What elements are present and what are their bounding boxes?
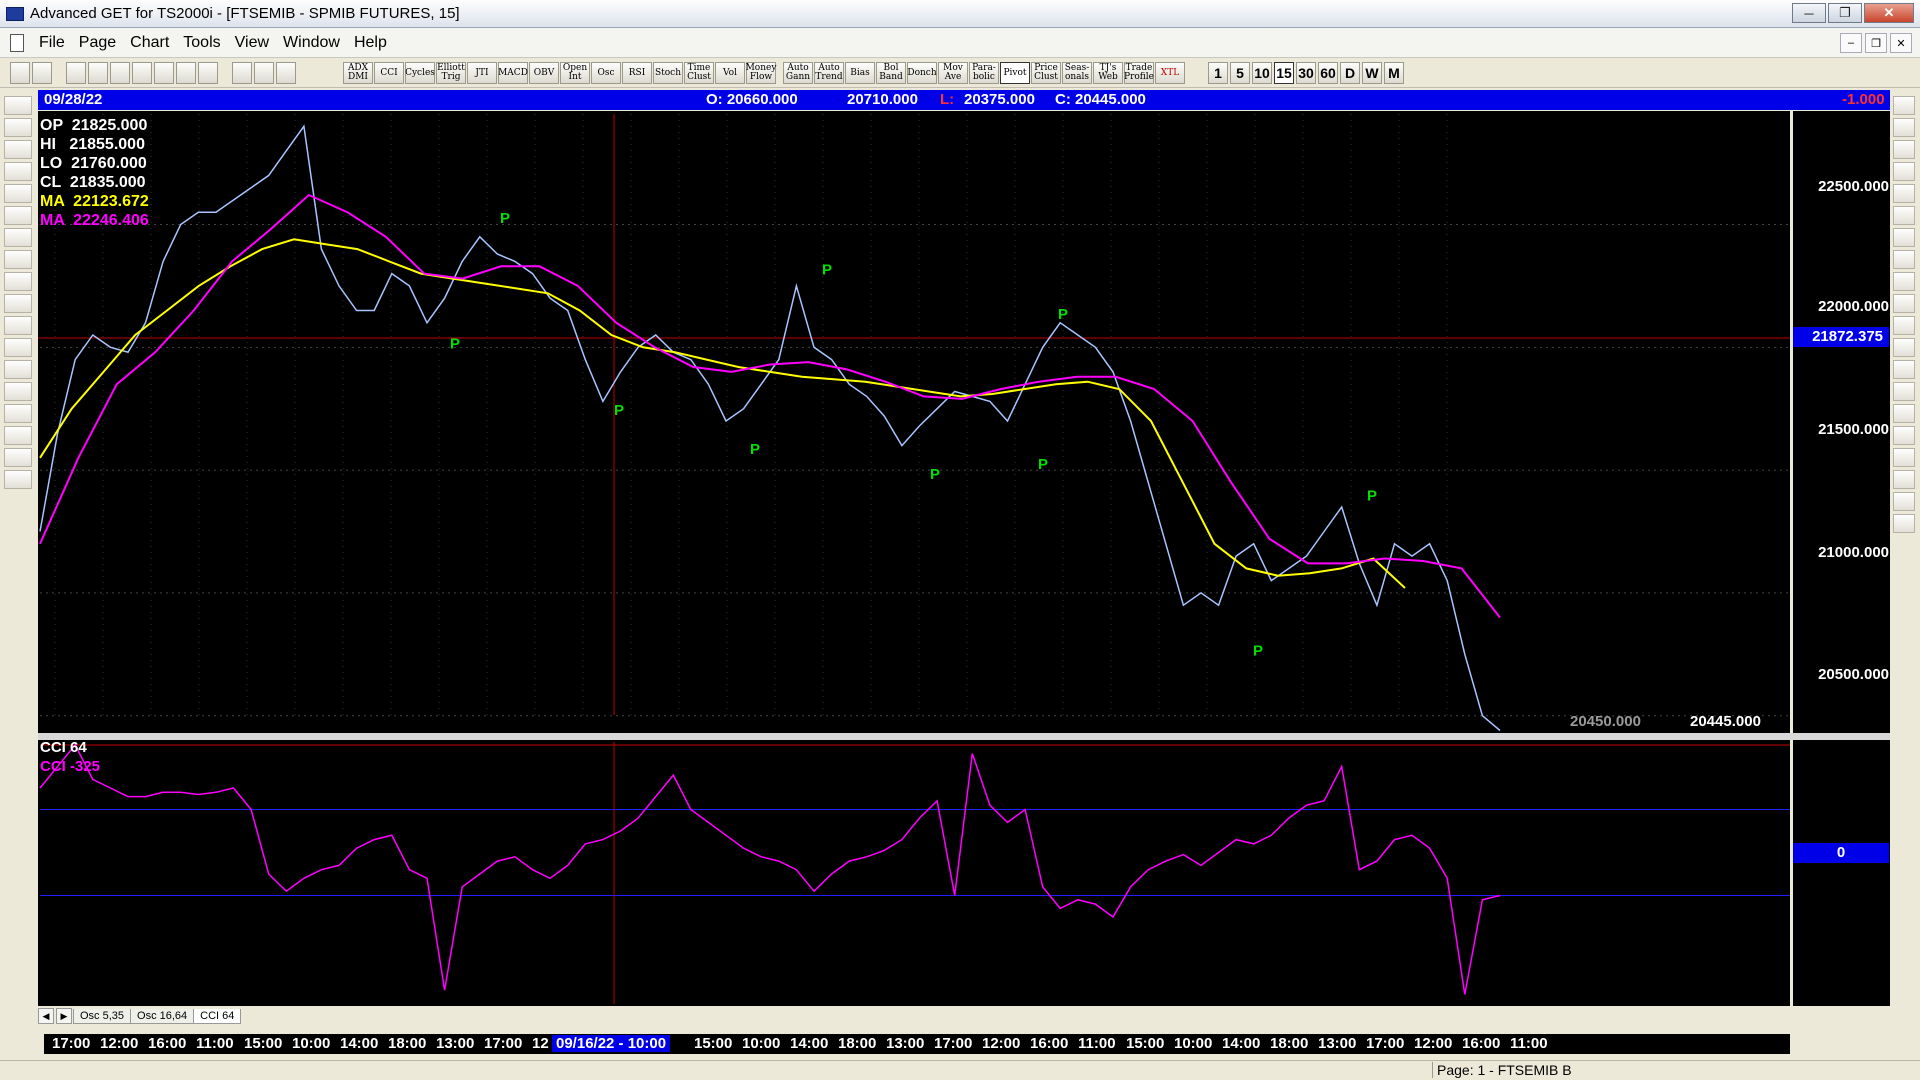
pivot-marker: P <box>614 402 624 419</box>
cci-zero-badge: 0 <box>1793 843 1889 863</box>
status-bar: Page: 1 - FTSEMIB B <box>0 1060 1920 1080</box>
time-tick-label: 14:00 <box>790 1035 829 1052</box>
quote-high: 20710.000 <box>847 91 918 108</box>
time-tick-label: 11:00 <box>1510 1035 1548 1052</box>
time-tick-label: 12:00 <box>982 1035 1021 1052</box>
pivot-marker: P <box>1367 488 1377 505</box>
ohlc-low: LO 21760.000 <box>40 155 147 172</box>
pivot-marker: P <box>500 210 510 227</box>
time-axis: 17:00 12:00 16:00 11:00 15:00 10:00 14:00 18:00… <box>44 1034 1790 1054</box>
ohlc-open: OP 21825.000 <box>40 117 148 134</box>
time-tick-label: 17:00 <box>934 1035 973 1052</box>
quote-date: 09/28/22 <box>44 91 103 108</box>
quote-change: -1.000 <box>1842 91 1885 108</box>
price-panel-bg <box>38 111 1790 733</box>
time-tick-label: 13:00 <box>886 1035 925 1052</box>
ohlc-high: HI 21855.000 <box>40 136 145 153</box>
time-tick-label: 16:00 <box>1030 1035 1069 1052</box>
time-tick-label: 09/16/22 - 10:00 <box>552 1035 671 1052</box>
indicator-tabs: ◀ ▶ Osc 5,35 Osc 16,64 CCI 64 <box>38 1006 1790 1026</box>
time-tick-label: 15:00 <box>1126 1035 1165 1052</box>
time-tick-label: 12:00 <box>100 1035 139 1052</box>
time-tick-label: 10:00 <box>292 1035 331 1052</box>
time-tick-label: 17:00 <box>1366 1035 1405 1052</box>
last-value-a: 20450.000 <box>1570 713 1641 730</box>
cci-title: CCI 64 <box>40 739 87 756</box>
time-tick-label: 13:00 <box>436 1035 475 1052</box>
cci-panel-bg <box>38 740 1790 1006</box>
pivot-marker: P <box>1253 643 1263 660</box>
price-chart[interactable]: P P P P P P P P P P <box>0 0 1920 1080</box>
time-tick-label: 11:00 <box>1078 1035 1116 1052</box>
ohlc-ma-slow: MA 22246.406 <box>40 212 149 229</box>
price-tick-label: 22500.000 <box>1818 178 1889 195</box>
time-tick-label: 11:00 <box>196 1035 234 1052</box>
quote-bar: 09/28/22 O: 20660.000 20710.000 L: 20375… <box>38 90 1890 110</box>
time-tick-label: 18:00 <box>838 1035 877 1052</box>
time-tick-label: 16:00 <box>148 1035 187 1052</box>
pivot-marker: P <box>1058 306 1068 323</box>
status-page: Page: 1 - FTSEMIB B <box>1432 1062 1572 1078</box>
time-tick-label: 15:00 <box>694 1035 733 1052</box>
pivot-marker: P <box>450 336 460 353</box>
time-tick-label: 18:00 <box>388 1035 427 1052</box>
time-tick-label: 17:00 <box>484 1035 523 1052</box>
quote-low: 20375.000 <box>964 91 1035 108</box>
quote-open: O: 20660.000 <box>706 91 798 108</box>
quote-low-label: L: <box>940 91 955 108</box>
pivot-marker: P <box>930 466 940 483</box>
current-price-badge: 21872.375 <box>1793 327 1889 347</box>
cci-value: CCI -325 <box>40 758 101 775</box>
tab-scroll-left-icon[interactable]: ◀ <box>38 1008 54 1024</box>
panel-splitter <box>38 733 1890 740</box>
time-tick-label: 14:00 <box>340 1035 379 1052</box>
quote-close: C: 20445.000 <box>1055 91 1146 108</box>
time-tick-label: 18:00 <box>1270 1035 1309 1052</box>
time-tick-label: 14:00 <box>1222 1035 1261 1052</box>
time-tick-label: 12 <box>532 1035 549 1052</box>
time-tick-label: 12:00 <box>1414 1035 1453 1052</box>
time-tick-label: 15:00 <box>244 1035 283 1052</box>
cci-legend: CCI 64 CCI -325 <box>40 738 100 776</box>
pivot-marker: P <box>822 262 832 279</box>
price-tick-label: 20500.000 <box>1818 666 1889 683</box>
pivot-marker: P <box>1038 456 1048 473</box>
time-tick-label: 10:00 <box>1174 1035 1213 1052</box>
time-tick-label: 16:00 <box>1462 1035 1501 1052</box>
time-tick-label: 10:00 <box>742 1035 781 1052</box>
time-tick-label: 13:00 <box>1318 1035 1357 1052</box>
tab-osc-5-35[interactable]: Osc 5,35 <box>73 1008 132 1024</box>
price-tick-label: 21500.000 <box>1818 421 1889 438</box>
price-tick-label: 22000.000 <box>1818 298 1889 315</box>
tab-osc-16-64[interactable]: Osc 16,64 <box>130 1008 195 1024</box>
pivot-marker: P <box>750 441 760 458</box>
price-tick-label: 21000.000 <box>1818 544 1889 561</box>
ohlc-readout: OP 21825.000 HI 21855.000 LO 21760.000 C… <box>40 116 149 230</box>
last-value-b: 20445.000 <box>1690 713 1761 730</box>
ohlc-ma-fast: MA 22123.672 <box>40 193 149 210</box>
tab-scroll-right-icon[interactable]: ▶ <box>56 1008 72 1024</box>
tab-cci-64[interactable]: CCI 64 <box>193 1008 242 1024</box>
time-tick-label: 17:00 <box>52 1035 91 1052</box>
ohlc-close: CL 21835.000 <box>40 174 146 191</box>
